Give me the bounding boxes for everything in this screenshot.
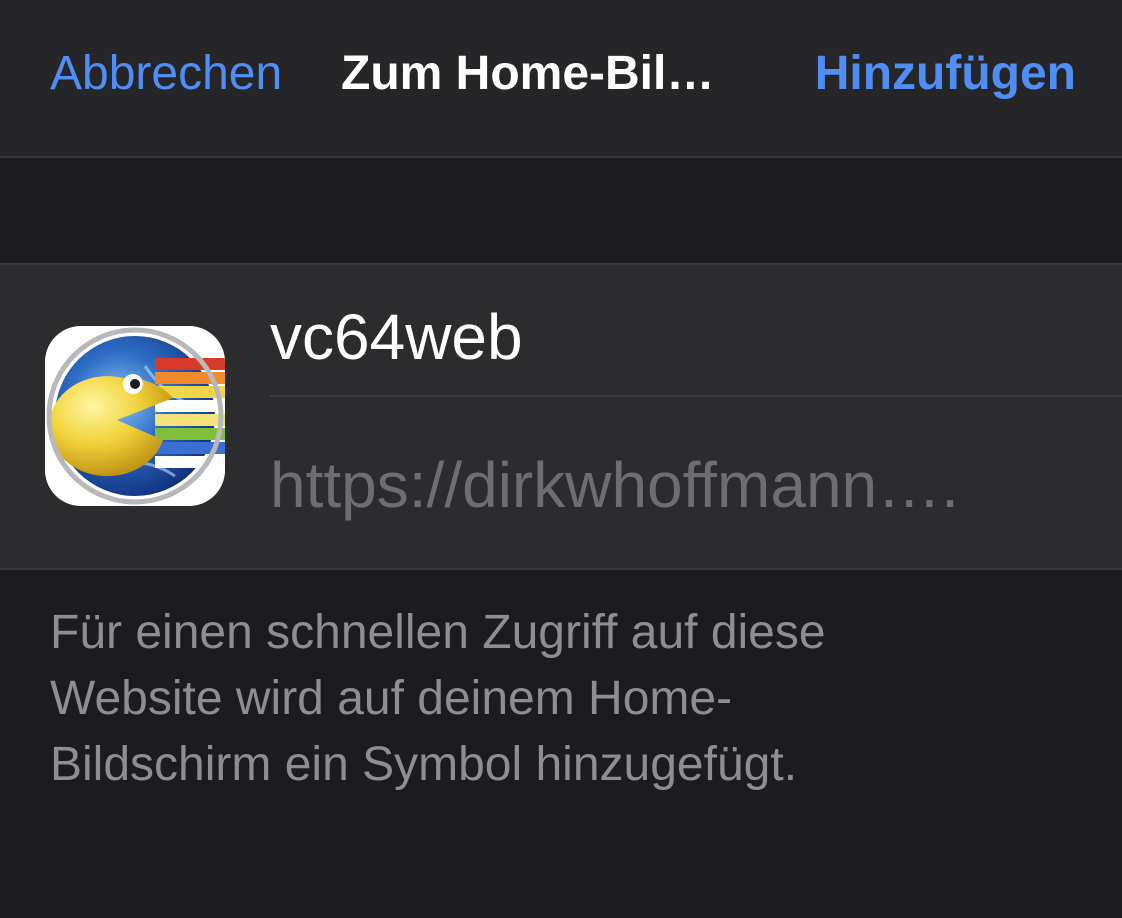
pacman-globe-icon bbox=[45, 326, 225, 506]
cancel-button[interactable]: Abbrechen bbox=[50, 44, 282, 104]
footer-note: Für einen schnellen Zugriff auf diese We… bbox=[50, 600, 1090, 798]
add-button[interactable]: Hinzufügen bbox=[815, 44, 1076, 104]
footer-note-line: Für einen schnellen Zugriff auf diese bbox=[50, 606, 826, 659]
nav-title: Zum Home-Bil… bbox=[341, 47, 715, 100]
navigation-bar: Abbrechen Zum Home-Bil… Hinzufügen bbox=[0, 0, 1122, 158]
bookmark-card: vc64web https://dirkwhoffmann…. bbox=[0, 263, 1122, 570]
name-field[interactable]: vc64web bbox=[270, 297, 1100, 377]
card-divider bbox=[270, 395, 1122, 397]
url-text: https://dirkwhoffmann…. bbox=[270, 449, 959, 521]
footer-note-line: Website wird auf deinem Home- bbox=[50, 672, 733, 725]
add-to-home-screen-sheet: Abbrechen Zum Home-Bil… Hinzufügen vc64w… bbox=[0, 0, 1122, 918]
vc64web-app-icon bbox=[45, 326, 225, 506]
footer-note-line: Bildschirm ein Symbol hinzugefügt. bbox=[50, 738, 798, 791]
